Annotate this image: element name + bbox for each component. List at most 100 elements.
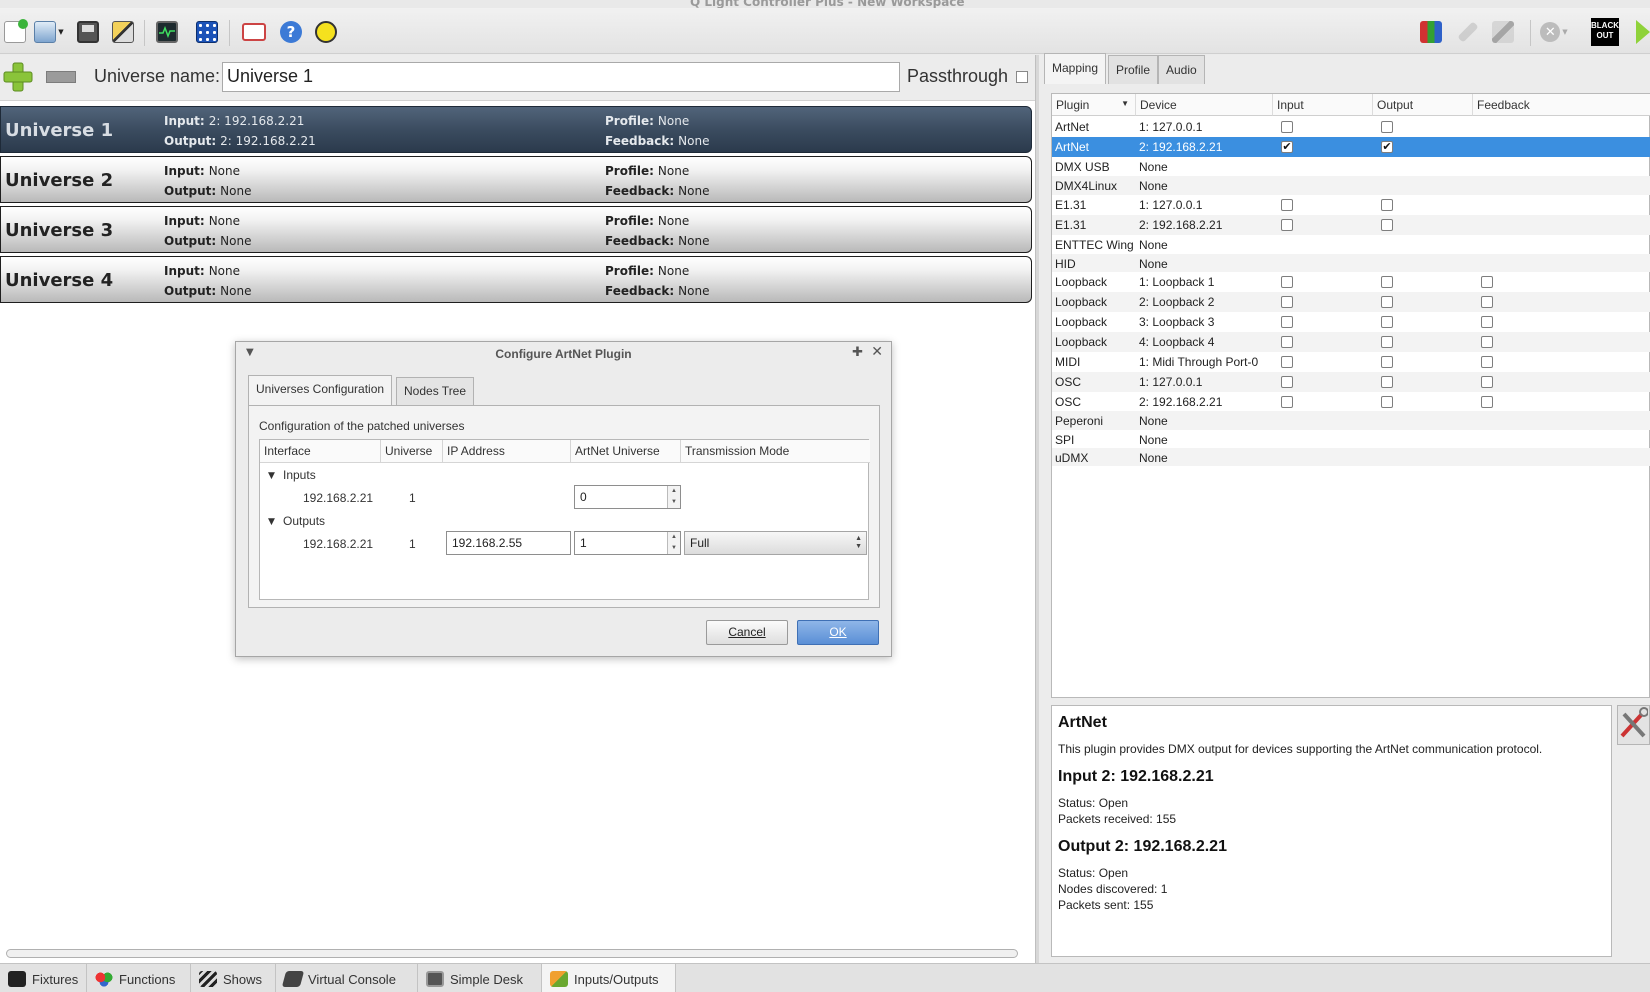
- transmission-mode-select[interactable]: Full ▲ ▼: [684, 531, 867, 555]
- expand-arrow-icon[interactable]: ▼: [268, 471, 275, 481]
- output-checkbox[interactable]: [1381, 219, 1393, 231]
- column-header-input[interactable]: Input: [1273, 94, 1373, 116]
- about-icon[interactable]: [313, 19, 339, 45]
- save-workspace-icon[interactable]: [75, 19, 101, 45]
- output-checkbox[interactable]: [1381, 296, 1393, 308]
- tab-virtual-console[interactable]: Virtual Console: [276, 964, 418, 992]
- run-mode-icon[interactable]: [1636, 19, 1650, 45]
- dmx-dump-icon[interactable]: [1418, 19, 1444, 45]
- ok-button[interactable]: OK: [797, 620, 879, 645]
- tab-profile[interactable]: Profile: [1108, 55, 1159, 84]
- universe-name-input[interactable]: Universe 1: [222, 62, 900, 92]
- column-header-universe[interactable]: Universe: [381, 440, 443, 463]
- mapping-row[interactable]: DMX USB None: [1052, 157, 1650, 176]
- column-header-ip-address[interactable]: IP Address: [443, 440, 571, 463]
- mapping-row[interactable]: Loopback 2: Loopback 2: [1052, 292, 1650, 312]
- tab-inputs-outputs[interactable]: Inputs/Outputs: [542, 964, 676, 992]
- output-checkbox[interactable]: [1381, 336, 1393, 348]
- close-icon[interactable]: ✕: [871, 344, 883, 360]
- output-checkbox[interactable]: [1381, 121, 1393, 133]
- tab-audio[interactable]: Audio: [1158, 55, 1205, 84]
- input-checkbox[interactable]: [1281, 276, 1293, 288]
- universe-row[interactable]: Universe 1 Input: 2: 192.168.2.21 Output: 2:…: [0, 106, 1032, 153]
- open-workspace-icon[interactable]: ▼: [32, 19, 66, 45]
- mapping-row[interactable]: DMX4Linux None: [1052, 176, 1650, 195]
- spin-arrows-icon[interactable]: ▲ ▼: [667, 486, 680, 508]
- input-checkbox[interactable]: [1281, 396, 1293, 408]
- passthrough-checkbox[interactable]: [1016, 71, 1028, 83]
- help-icon[interactable]: ?: [278, 19, 304, 45]
- mapping-row[interactable]: OSC 1: 127.0.0.1: [1052, 372, 1650, 392]
- mapping-row[interactable]: ArtNet 2: 192.168.2.21 ✔ ✔: [1052, 137, 1650, 157]
- feedback-checkbox[interactable]: [1481, 296, 1493, 308]
- cancel-button[interactable]: Cancel: [706, 620, 788, 645]
- address-tool-icon[interactable]: [194, 19, 220, 45]
- mapping-row[interactable]: ENTTEC Wing None: [1052, 235, 1650, 254]
- add-universe-button[interactable]: [2, 61, 34, 93]
- outputs-group[interactable]: Outputs: [283, 514, 325, 528]
- output-checkbox[interactable]: [1381, 396, 1393, 408]
- universe-row[interactable]: Universe 3 Input: None Output: None Profile: N…: [0, 206, 1032, 253]
- column-header-device[interactable]: Device: [1136, 94, 1273, 116]
- tab-fixtures[interactable]: Fixtures: [0, 964, 87, 992]
- universe-row[interactable]: Universe 4 Input: None Output: None Profile: N…: [0, 256, 1032, 303]
- output-checkbox[interactable]: [1381, 276, 1393, 288]
- inputs-group[interactable]: Inputs: [283, 468, 316, 482]
- blackout-panel-icon[interactable]: [1490, 19, 1516, 45]
- tab-nodes-tree[interactable]: Nodes Tree: [396, 377, 475, 405]
- mapping-row[interactable]: OSC 2: 192.168.2.21: [1052, 392, 1650, 411]
- input-checkbox[interactable]: ✔: [1281, 141, 1293, 153]
- feedback-checkbox[interactable]: [1481, 356, 1493, 368]
- mapping-row[interactable]: Loopback 1: Loopback 1: [1052, 272, 1650, 292]
- column-header-output[interactable]: Output: [1373, 94, 1473, 116]
- mapping-row[interactable]: Loopback 4: Loopback 4: [1052, 332, 1650, 352]
- horizontal-scrollbar[interactable]: [6, 949, 1018, 958]
- input-checkbox[interactable]: [1281, 199, 1293, 211]
- mapping-row[interactable]: HID None: [1052, 254, 1650, 272]
- mapping-row[interactable]: ArtNet 1: 127.0.0.1: [1052, 117, 1650, 137]
- mapping-row[interactable]: MIDI 1: Midi Through Port-0: [1052, 352, 1650, 372]
- output-checkbox[interactable]: [1381, 316, 1393, 328]
- feedback-checkbox[interactable]: [1481, 396, 1493, 408]
- expand-arrow-icon[interactable]: ▼: [268, 517, 275, 527]
- fullscreen-icon[interactable]: [241, 19, 267, 45]
- mapping-row[interactable]: Loopback 3: Loopback 3: [1052, 312, 1650, 332]
- column-header-feedback[interactable]: Feedback: [1473, 94, 1650, 116]
- tab-shows[interactable]: Shows: [191, 964, 276, 992]
- configure-plugin-button[interactable]: [1617, 705, 1650, 745]
- mapping-row[interactable]: uDMX None: [1052, 448, 1650, 466]
- remove-universe-button[interactable]: [46, 71, 76, 83]
- input-checkbox[interactable]: [1281, 121, 1293, 133]
- output-ip-address-input[interactable]: 192.168.2.55: [446, 531, 571, 555]
- tab-functions[interactable]: Functions: [87, 964, 191, 992]
- new-workspace-icon[interactable]: [2, 19, 28, 45]
- tab-simple-desk[interactable]: Simple Desk: [418, 964, 542, 992]
- output-checkbox[interactable]: [1381, 376, 1393, 388]
- input-checkbox[interactable]: [1281, 296, 1293, 308]
- input-checkbox[interactable]: [1281, 316, 1293, 328]
- feedback-checkbox[interactable]: [1481, 316, 1493, 328]
- tab-universes-configuration[interactable]: Universes Configuration: [248, 375, 393, 406]
- mapping-row[interactable]: E1.31 2: 192.168.2.21: [1052, 215, 1650, 235]
- feedback-checkbox[interactable]: [1481, 376, 1493, 388]
- column-header-transmission-mode[interactable]: Transmission Mode: [681, 440, 870, 463]
- input-checkbox[interactable]: [1281, 336, 1293, 348]
- column-header-artnet-universe[interactable]: ArtNet Universe: [571, 440, 681, 463]
- input-checkbox[interactable]: [1281, 376, 1293, 388]
- output-checkbox[interactable]: ✔: [1381, 141, 1393, 153]
- keep-above-icon[interactable]: ✚: [852, 345, 863, 360]
- input-checkbox[interactable]: [1281, 356, 1293, 368]
- window-menu-icon[interactable]: ▼: [246, 347, 254, 358]
- monitor-icon[interactable]: [154, 19, 180, 45]
- spin-arrows-icon[interactable]: ▲ ▼: [667, 532, 680, 554]
- input-checkbox[interactable]: [1281, 219, 1293, 231]
- mapping-row[interactable]: E1.31 1: 127.0.0.1: [1052, 195, 1650, 215]
- output-checkbox[interactable]: [1381, 356, 1393, 368]
- output-checkbox[interactable]: [1381, 199, 1393, 211]
- column-header-plugin[interactable]: Plugin ▼: [1052, 94, 1136, 116]
- live-edit-icon[interactable]: [1455, 19, 1481, 45]
- feedback-checkbox[interactable]: [1481, 336, 1493, 348]
- input-artnet-universe-spinbox[interactable]: 0 ▲ ▼: [574, 485, 681, 509]
- blackout-icon[interactable]: BLACK OUT: [1590, 17, 1620, 47]
- edit-mode-icon[interactable]: [110, 19, 136, 45]
